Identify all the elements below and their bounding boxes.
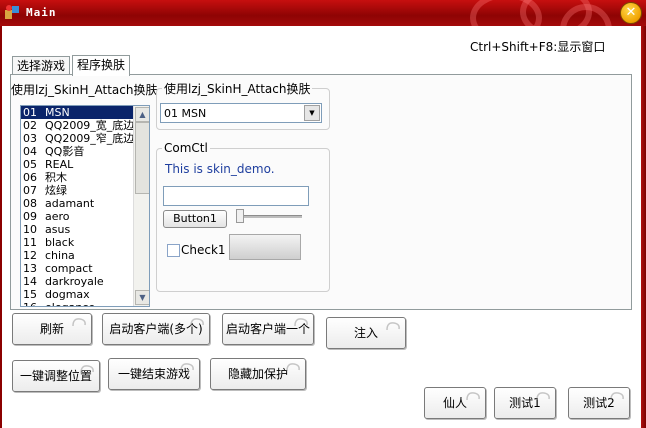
start-one-client-button[interactable]: 启动客户端一个 <box>222 313 314 345</box>
list-item[interactable]: 04 QQ影音 <box>21 145 133 158</box>
list-item[interactable]: 11 black <box>21 236 133 249</box>
list-item[interactable]: 14 darkroyale <box>21 275 133 288</box>
tab-skin[interactable]: 程序换肤 <box>72 55 131 76</box>
close-button[interactable]: ✕ <box>620 2 642 24</box>
demo-text: This is skin_demo. <box>165 162 275 176</box>
list-item[interactable]: 06 积木 <box>21 171 133 184</box>
list-item[interactable]: 15 dogmax <box>21 288 133 301</box>
test2-button[interactable]: 测试2 <box>568 387 630 419</box>
skin-list-items: 01 MSN 02 QQ2009_宽_底边 03 QQ2009_窄_底边 04 QQ影音 05 R… <box>21 106 134 306</box>
tab-select-game[interactable]: 选择游戏 <box>12 56 71 75</box>
list-item[interactable]: 13 compact <box>21 262 133 275</box>
close-icon: ✕ <box>625 5 637 20</box>
app-icon <box>5 5 19 19</box>
demo-text-input[interactable] <box>163 186 309 206</box>
list-item[interactable]: 10 asus <box>21 223 133 236</box>
list-item[interactable]: 08 adamant <box>21 197 133 210</box>
list-item[interactable]: 05 REAL <box>21 158 133 171</box>
list-scrollbar[interactable]: ▲ ▼ <box>133 106 149 306</box>
list-item[interactable]: 03 QQ2009_窄_底边 <box>21 132 134 145</box>
chevron-down-icon[interactable]: ▼ <box>304 105 320 121</box>
check1-checkbox[interactable] <box>167 244 180 257</box>
skin-select[interactable]: 01 MSN ▼ <box>160 103 322 123</box>
start-multi-client-button[interactable]: 启动客户端(多个) <box>102 313 210 345</box>
list-item[interactable]: 01 MSN <box>21 106 133 119</box>
attach-group-title: 使用lzj_SkinH_Attach换肤 <box>162 80 313 97</box>
scroll-up-icon[interactable]: ▲ <box>135 107 149 122</box>
window-frame-right <box>641 26 646 428</box>
hide-protect-button[interactable]: 隐藏加保护 <box>210 358 306 390</box>
list-item[interactable]: 12 china <box>21 249 133 262</box>
hotkey-hint: Ctrl+Shift+F8:显示窗口 <box>470 40 606 54</box>
demo-progress-bar <box>229 234 301 260</box>
skin-list-label: 使用lzj_SkinH_Attach换肤 <box>11 83 158 97</box>
list-item[interactable]: 02 QQ2009_宽_底边 <box>21 119 134 132</box>
window-frame-left <box>0 26 2 428</box>
skin-listbox[interactable]: 01 MSN 02 QQ2009_宽_底边 03 QQ2009_窄_底边 04 QQ影音 05 R… <box>20 105 150 307</box>
button1[interactable]: Button1 <box>163 210 227 228</box>
test1-button[interactable]: 测试1 <box>494 387 556 419</box>
list-item[interactable]: 16elegance <box>21 301 133 306</box>
refresh-button[interactable]: 刷新 <box>12 313 92 345</box>
comctl-group-title: ComCtl <box>162 141 210 155</box>
skin-select-value: 01 MSN <box>164 107 207 120</box>
adjust-position-button[interactable]: 一键调整位置 <box>12 360 100 392</box>
demo-slider-thumb[interactable] <box>236 209 244 223</box>
title-bar[interactable]: Main ✕ <box>0 0 646 26</box>
end-game-button[interactable]: 一键结束游戏 <box>108 358 200 390</box>
scroll-down-icon[interactable]: ▼ <box>135 290 149 305</box>
scroll-thumb[interactable] <box>135 122 149 194</box>
inject-button[interactable]: 注入 <box>326 317 406 349</box>
list-item[interactable]: 07 炫绿 <box>21 184 133 197</box>
xianren-button[interactable]: 仙人 <box>424 387 486 419</box>
window-title: Main <box>26 6 57 19</box>
demo-slider-track[interactable] <box>238 215 302 218</box>
check1-label: Check1 <box>181 243 226 257</box>
list-item[interactable]: 09 aero <box>21 210 133 223</box>
